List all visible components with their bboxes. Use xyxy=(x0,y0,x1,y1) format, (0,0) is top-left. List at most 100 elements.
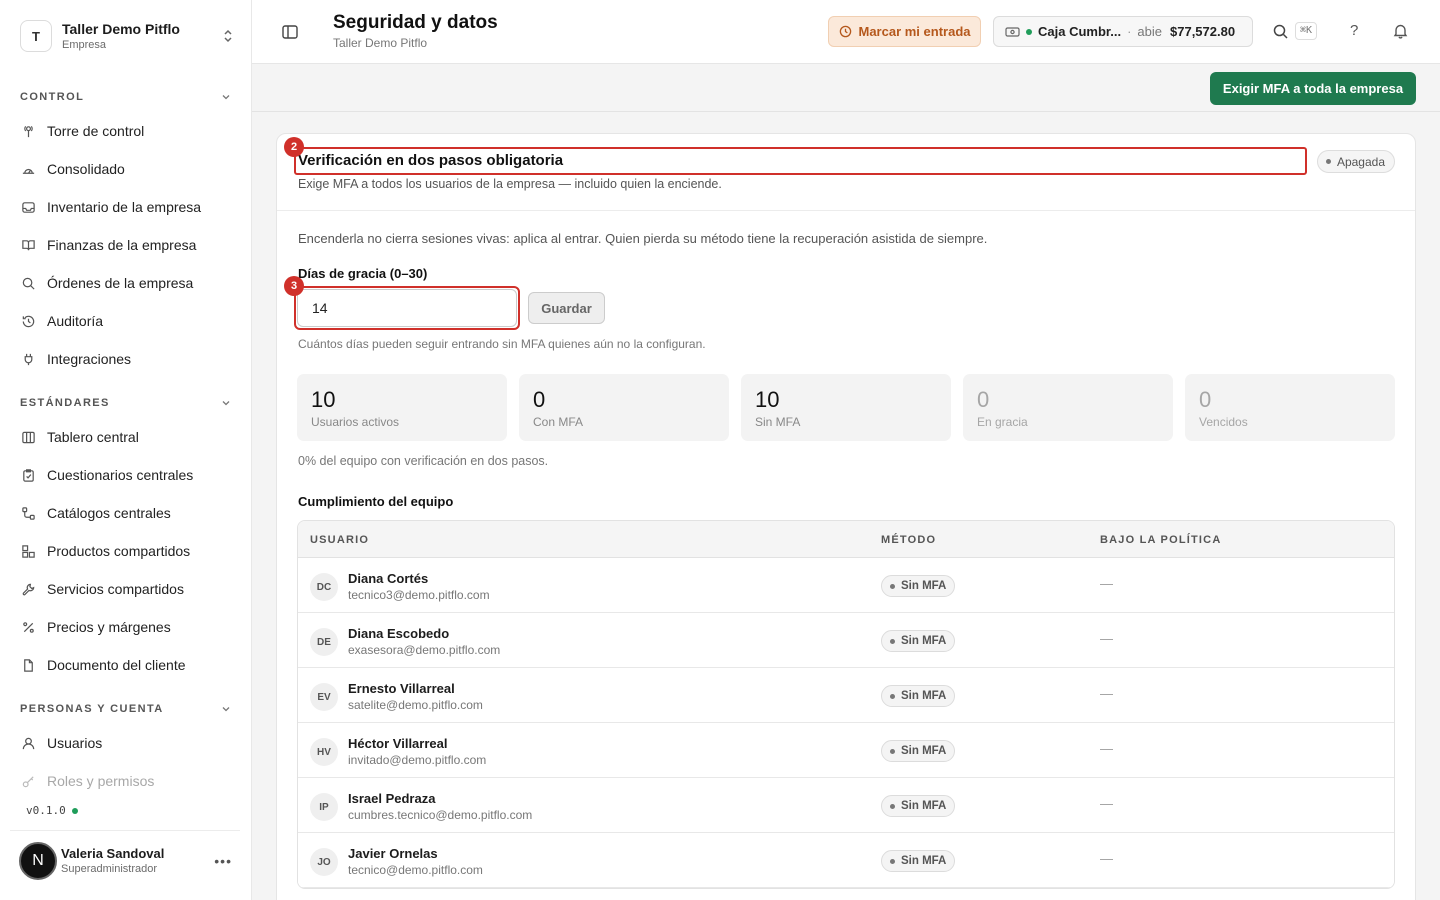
table-row[interactable]: DE Diana Escobedo exasesora@demo.pitflo.co… xyxy=(298,613,1394,668)
sidebar-item-consolidado[interactable]: Consolidado xyxy=(20,154,232,184)
sidebar-item-tablero-central[interactable]: Tablero central xyxy=(20,422,232,452)
sidebar-item-productos[interactable]: Productos compartidos xyxy=(20,536,232,566)
section-label: ESTÁNDARES xyxy=(20,397,110,409)
stat-label: Sin MFA xyxy=(755,415,801,429)
section-label: CONTROL xyxy=(20,91,85,103)
user-name: Héctor Villarreal xyxy=(348,736,448,751)
status-label: Apagada xyxy=(1336,154,1385,169)
sidebar-item-integraciones[interactable]: Integraciones xyxy=(20,344,232,374)
card-header: Verificación en dos pasos obligatoria 2 … xyxy=(277,134,1415,211)
card-description: Exige MFA a todos los usuarios de la emp… xyxy=(298,177,722,191)
page-title: Seguridad y datos xyxy=(333,12,498,33)
sidebar-item-label: Finanzas de la empresa xyxy=(47,237,197,253)
policy-status: — xyxy=(1100,741,1113,756)
method-label: Sin MFA xyxy=(901,745,947,757)
table-header: USUARIO MÉTODO BAJO LA POLÍTICA xyxy=(298,521,1394,558)
hierarchy-icon xyxy=(20,505,36,521)
avatar: JO xyxy=(310,848,338,876)
policy-status: — xyxy=(1100,631,1113,646)
cash-register-selector[interactable]: Caja Cumbr... · abie $77,572.80 xyxy=(993,16,1253,47)
table-row[interactable]: JO Javier Ornelas tecnico@demo.pitflo.com S… xyxy=(298,833,1394,888)
chevrons-updown-icon xyxy=(224,29,232,43)
search-icon xyxy=(20,275,36,291)
avatar: IP xyxy=(310,793,338,821)
chart-icon xyxy=(20,161,36,177)
sidebar-item-label: Tablero central xyxy=(47,429,139,445)
clock-in-label: Marcar mi entrada xyxy=(858,24,971,39)
coverage-text: 0% del equipo con verificación en dos pa… xyxy=(298,454,549,468)
sidebar-item-ordenes[interactable]: Órdenes de la empresa xyxy=(20,268,232,298)
help-icon[interactable]: ? xyxy=(1350,22,1358,39)
grace-days-input[interactable] xyxy=(297,289,517,327)
sidebar-item-label: Roles y permisos xyxy=(47,773,155,789)
table-row[interactable]: HV Héctor Villarreal invitado@demo.pitflo.… xyxy=(298,723,1394,778)
avatar: N xyxy=(19,841,57,880)
chevron-down-icon xyxy=(222,401,230,406)
method-label: Sin MFA xyxy=(901,690,947,702)
document-icon xyxy=(20,657,36,673)
cash-separator: · xyxy=(1127,24,1132,39)
cash-name: Caja Cumbr... xyxy=(1038,24,1122,39)
avatar: DE xyxy=(310,628,338,656)
sidebar-item-inventario[interactable]: Inventario de la empresa xyxy=(20,192,232,222)
status-dot xyxy=(890,858,895,864)
team-compliance-title: Cumplimiento del equipo xyxy=(298,494,454,509)
stat-active-users: 10 Usuarios activos xyxy=(297,374,507,441)
sidebar-item-documento[interactable]: Documento del cliente xyxy=(20,650,232,680)
status-dot xyxy=(1026,28,1032,35)
sidebar-item-torre-de-control[interactable]: Torre de control xyxy=(20,116,232,146)
section-control[interactable]: CONTROL xyxy=(20,89,232,105)
method-badge: Sin MFA xyxy=(881,575,956,597)
sidebar-item-label: Usuarios xyxy=(47,735,103,751)
sidebar-item-precios[interactable]: Precios y márgenes xyxy=(20,612,232,642)
method-label: Sin MFA xyxy=(901,855,947,867)
status-dot xyxy=(890,693,895,699)
sidebar-item-usuarios[interactable]: Usuarios xyxy=(20,728,232,758)
stat-value: 0 xyxy=(1199,387,1212,412)
column-header-method[interactable]: MÉTODO xyxy=(881,534,936,546)
method-label: Sin MFA xyxy=(901,800,947,812)
save-button[interactable]: Guardar xyxy=(528,292,605,324)
sidebar-item-label: Integraciones xyxy=(47,351,132,367)
table-row[interactable]: DC Diana Cortés tecnico3@demo.pitflo.com Si… xyxy=(298,558,1394,613)
avatar: DC xyxy=(310,573,338,601)
sidebar-item-catalogos[interactable]: Catálogos centrales xyxy=(20,498,232,528)
org-name: Taller Demo Pitflo xyxy=(62,21,180,37)
sidebar-item-label: Documento del cliente xyxy=(47,657,186,673)
clock-in-button[interactable]: Marcar mi entrada xyxy=(828,16,981,47)
column-header-user[interactable]: USUARIO xyxy=(310,534,369,546)
sidebar-item-auditoria[interactable]: Auditoría xyxy=(20,306,232,336)
section-estandares[interactable]: ESTÁNDARES xyxy=(20,395,232,411)
search-icon[interactable] xyxy=(1272,23,1289,40)
user-name: Israel Pedraza xyxy=(348,791,436,806)
user-name: Diana Cortés xyxy=(348,571,429,586)
more-icon[interactable]: ••• xyxy=(214,853,232,869)
org-switcher[interactable]: T Taller Demo Pitflo Empresa xyxy=(20,18,236,54)
policy-status: — xyxy=(1100,851,1113,866)
user-email: cumbres.tecnico@demo.pitflo.com xyxy=(348,808,533,822)
sidebar-item-roles[interactable]: Roles y permisos xyxy=(20,766,232,796)
enforce-mfa-button[interactable]: Exigir MFA a toda la empresa xyxy=(1210,72,1416,105)
compliance-table: USUARIO MÉTODO BAJO LA POLÍTICA DC Diana … xyxy=(297,520,1395,889)
sidebar-item-finanzas[interactable]: Finanzas de la empresa xyxy=(20,230,232,260)
history-icon xyxy=(20,313,36,329)
section-personas[interactable]: PERSONAS Y CUENTA xyxy=(20,701,232,717)
stat-label: Vencidos xyxy=(1199,415,1248,429)
user-menu[interactable]: N Valeria Sandoval Superadministrador ••… xyxy=(10,830,240,890)
clipboard-icon xyxy=(20,467,36,483)
app-version: v0.1.0 xyxy=(26,804,78,817)
sidebar-item-servicios[interactable]: Servicios compartidos xyxy=(20,574,232,604)
table-row[interactable]: EV Ernesto Villarreal satelite@demo.pitflo… xyxy=(298,668,1394,723)
annotation-box xyxy=(294,147,1307,175)
bell-icon[interactable] xyxy=(1392,22,1409,39)
sidebar-item-cuestionarios[interactable]: Cuestionarios centrales xyxy=(20,460,232,490)
status-badge: Apagada xyxy=(1316,150,1395,173)
avatar: EV xyxy=(310,683,338,711)
user-name: Valeria Sandoval xyxy=(61,846,165,861)
method-badge: Sin MFA xyxy=(881,795,956,817)
column-header-policy[interactable]: BAJO LA POLÍTICA xyxy=(1100,534,1221,546)
table-row[interactable]: IP Israel Pedraza cumbres.tecnico@demo.pit… xyxy=(298,778,1394,833)
columns-icon xyxy=(20,429,36,445)
sidebar-toggle-icon[interactable] xyxy=(280,22,300,42)
percent-icon xyxy=(20,619,36,635)
